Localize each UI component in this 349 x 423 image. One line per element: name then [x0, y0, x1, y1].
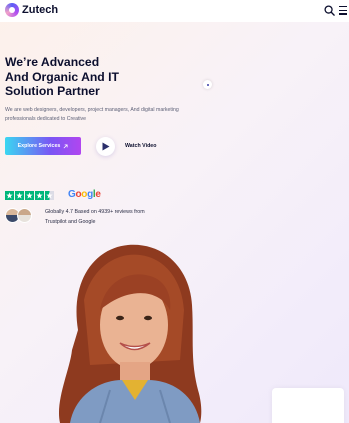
explore-services-label: Explore Services: [17, 143, 61, 149]
star-icon: [5, 191, 14, 200]
brand-name[interactable]: Zutech: [22, 4, 58, 16]
decorative-dot: [203, 80, 212, 89]
reviewer-avatars: [5, 208, 33, 224]
hero-title-line-2: And Organic And IT: [5, 69, 119, 84]
avatar: [17, 208, 32, 223]
google-logo: Google: [68, 189, 101, 200]
review-summary: Globally 4.7 Based on 4939+ reviews from…: [45, 209, 145, 225]
star-icon: [15, 191, 24, 200]
trustpilot-rating: [5, 191, 54, 200]
hero-description: We are web designers, developers, projec…: [5, 107, 179, 122]
hero-title: We’re Advanced And Organic And IT Soluti…: [5, 55, 205, 99]
explore-services-button[interactable]: Explore Services: [5, 137, 81, 155]
star-icon: [25, 191, 34, 200]
hero-title-line-3: Solution Partner: [5, 84, 100, 98]
page: Zutech We’re Advanced And Organic And IT…: [0, 0, 349, 423]
arrow-up-right-icon: [63, 143, 68, 148]
star-icon: [35, 191, 44, 200]
play-video-button[interactable]: [96, 137, 115, 156]
half-star-icon: [45, 191, 54, 200]
zutech-logo-icon[interactable]: [5, 3, 19, 17]
hero-title-line-1: We’re Advanced: [5, 55, 100, 69]
decorative-card: [272, 388, 344, 423]
search-icon[interactable]: [324, 5, 335, 16]
hamburger-menu-icon[interactable]: [339, 6, 347, 15]
watch-video-link[interactable]: Watch Video: [125, 143, 157, 149]
play-icon: [102, 142, 110, 151]
site-header: Zutech: [0, 0, 349, 22]
